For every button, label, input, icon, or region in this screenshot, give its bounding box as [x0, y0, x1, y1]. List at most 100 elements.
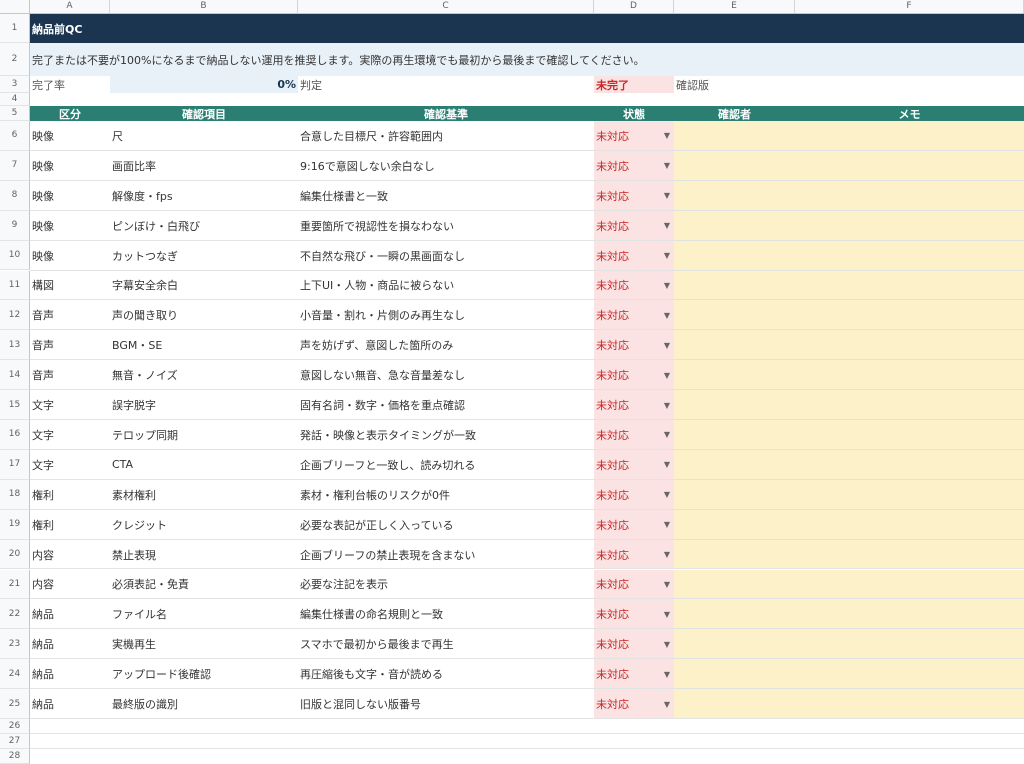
checker-cell[interactable]: [674, 689, 795, 719]
category-cell[interactable]: 映像: [30, 241, 110, 271]
column-header-e[interactable]: E: [674, 0, 795, 13]
status-dropdown[interactable]: 未対応 ▼: [594, 539, 674, 570]
status-dropdown[interactable]: 未対応 ▼: [594, 479, 674, 510]
check-item-cell[interactable]: 実機再生: [110, 629, 298, 659]
check-item-cell[interactable]: BGM・SE: [110, 330, 298, 360]
dropdown-arrow-icon[interactable]: ▼: [664, 550, 670, 559]
check-item-cell[interactable]: クレジット: [110, 510, 298, 540]
memo-cell[interactable]: [795, 420, 1024, 450]
criteria-cell[interactable]: 発話・映像と表示タイミングが一致: [298, 420, 594, 450]
check-item-cell[interactable]: 字幕安全余白: [110, 271, 298, 301]
judge-label[interactable]: 判定: [298, 76, 594, 93]
checker-cell[interactable]: [674, 599, 795, 630]
check-item-cell[interactable]: 最終版の識別: [110, 689, 298, 719]
status-dropdown[interactable]: 未対応 ▼: [594, 300, 674, 331]
memo-cell[interactable]: [795, 599, 1024, 630]
memo-cell[interactable]: [795, 121, 1024, 151]
memo-cell[interactable]: [795, 360, 1024, 391]
criteria-cell[interactable]: 旧版と混同しない版番号: [298, 689, 594, 719]
criteria-cell[interactable]: 企画ブリーフと一致し、読み切れる: [298, 450, 594, 480]
category-cell[interactable]: 映像: [30, 211, 110, 241]
memo-cell[interactable]: [795, 210, 1024, 241]
status-dropdown[interactable]: 未対応 ▼: [594, 270, 674, 301]
memo-cell[interactable]: [795, 629, 1024, 660]
criteria-cell[interactable]: 必要な表記が正しく入っている: [298, 510, 594, 540]
check-item-cell[interactable]: CTA: [110, 450, 298, 480]
header-checker[interactable]: 確認者: [674, 106, 795, 121]
dropdown-arrow-icon[interactable]: ▼: [664, 161, 670, 170]
dropdown-arrow-icon[interactable]: ▼: [664, 191, 670, 200]
checker-cell[interactable]: [674, 629, 795, 660]
check-item-cell[interactable]: 素材権利: [110, 480, 298, 510]
memo-cell[interactable]: [795, 150, 1024, 181]
category-cell[interactable]: 権利: [30, 510, 110, 540]
status-dropdown[interactable]: 未対応 ▼: [594, 420, 674, 450]
dropdown-arrow-icon[interactable]: ▼: [664, 311, 670, 320]
check-item-cell[interactable]: テロップ同期: [110, 420, 298, 450]
check-item-cell[interactable]: アップロード後確認: [110, 659, 298, 689]
row-header-3[interactable]: 3: [0, 76, 30, 93]
checker-cell[interactable]: [674, 569, 795, 600]
dropdown-arrow-icon[interactable]: ▼: [664, 430, 670, 439]
check-item-cell[interactable]: 誤字脱字: [110, 390, 298, 420]
check-item-cell[interactable]: カットつなぎ: [110, 241, 298, 271]
check-item-cell[interactable]: 画面比率: [110, 151, 298, 181]
memo-cell[interactable]: [795, 689, 1024, 719]
category-cell[interactable]: 納品: [30, 629, 110, 659]
dropdown-arrow-icon[interactable]: ▼: [664, 580, 670, 589]
header-check-item[interactable]: 確認項目: [110, 106, 298, 121]
row-header-16[interactable]: 16: [0, 420, 30, 450]
dropdown-arrow-icon[interactable]: ▼: [664, 371, 670, 380]
row-header-13[interactable]: 13: [0, 330, 30, 361]
status-dropdown[interactable]: 未対応 ▼: [594, 509, 674, 540]
dropdown-arrow-icon[interactable]: ▼: [664, 670, 670, 679]
category-cell[interactable]: 納品: [30, 659, 110, 689]
row-header-27[interactable]: 27: [0, 734, 30, 749]
category-cell[interactable]: 映像: [30, 151, 110, 181]
checker-cell[interactable]: [674, 180, 795, 211]
row-header-11[interactable]: 11: [0, 270, 30, 301]
sheet-title[interactable]: 納品前QC: [30, 14, 330, 43]
category-cell[interactable]: 構図: [30, 271, 110, 301]
criteria-cell[interactable]: 素材・権利台帳のリスクが0件: [298, 480, 594, 510]
checker-cell[interactable]: [674, 360, 795, 391]
dropdown-arrow-icon[interactable]: ▼: [664, 131, 670, 140]
criteria-cell[interactable]: 合意した目標尺・許容範囲内: [298, 121, 594, 151]
category-cell[interactable]: 文字: [30, 390, 110, 420]
header-category[interactable]: 区分: [30, 106, 110, 121]
column-header-c[interactable]: C: [298, 0, 594, 13]
dropdown-arrow-icon[interactable]: ▼: [664, 281, 670, 290]
column-header-f[interactable]: F: [795, 0, 1024, 13]
status-dropdown[interactable]: 未対応 ▼: [594, 629, 674, 660]
memo-cell[interactable]: [795, 659, 1024, 690]
category-cell[interactable]: 納品: [30, 689, 110, 719]
check-item-cell[interactable]: ファイル名: [110, 599, 298, 629]
judge-value[interactable]: 未完了: [594, 76, 674, 93]
category-cell[interactable]: 納品: [30, 599, 110, 629]
category-cell[interactable]: 映像: [30, 121, 110, 151]
checker-cell[interactable]: [674, 210, 795, 241]
status-dropdown[interactable]: 未対応 ▼: [594, 150, 674, 181]
checker-cell[interactable]: [674, 121, 795, 151]
row-header-20[interactable]: 20: [0, 539, 30, 570]
dropdown-arrow-icon[interactable]: ▼: [664, 610, 670, 619]
row-header-18[interactable]: 18: [0, 479, 30, 510]
category-cell[interactable]: 内容: [30, 540, 110, 570]
memo-cell[interactable]: [795, 240, 1024, 271]
row-header-25[interactable]: 25: [0, 689, 30, 719]
check-item-cell[interactable]: 声の聞き取り: [110, 300, 298, 330]
checker-cell[interactable]: [674, 449, 795, 480]
row-header-8[interactable]: 8: [0, 180, 30, 211]
status-dropdown[interactable]: 未対応 ▼: [594, 240, 674, 271]
criteria-cell[interactable]: 上下UI・人物・商品に被らない: [298, 271, 594, 301]
status-dropdown[interactable]: 未対応 ▼: [594, 449, 674, 480]
criteria-cell[interactable]: 必要な注記を表示: [298, 570, 594, 600]
criteria-cell[interactable]: 9:16で意図しない余白なし: [298, 151, 594, 181]
row-header-23[interactable]: 23: [0, 629, 30, 660]
dropdown-arrow-icon[interactable]: ▼: [664, 700, 670, 709]
category-cell[interactable]: 文字: [30, 420, 110, 450]
row-header-10[interactable]: 10: [0, 240, 30, 271]
row-header-1[interactable]: 1: [0, 14, 30, 43]
checker-cell[interactable]: [674, 150, 795, 181]
criteria-cell[interactable]: 意図しない無音、急な音量差なし: [298, 360, 594, 390]
